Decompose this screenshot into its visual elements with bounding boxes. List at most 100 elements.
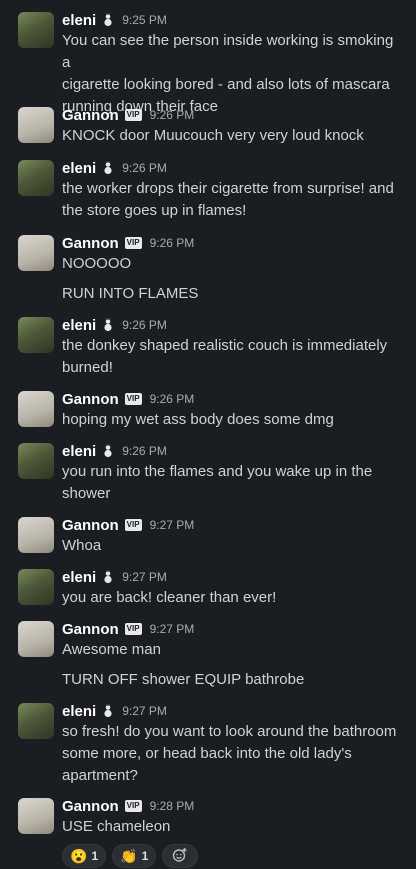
author-name[interactable]: Gannon [62,798,119,815]
avatar[interactable] [18,235,54,271]
message-text: so fresh! do you want to look around the… [62,723,397,740]
message-header: eleni 9:25 PM [62,10,404,30]
avatar[interactable] [18,160,54,196]
timestamp[interactable]: 9:27 PM [150,518,195,532]
avatar[interactable] [18,798,54,834]
timestamp[interactable]: 9:25 PM [122,13,167,27]
snowman-icon [102,444,114,458]
message-text: You can see the person inside working is… [62,32,394,71]
timestamp[interactable]: 9:26 PM [150,236,195,250]
message-text: NOOOOO [62,255,132,272]
message-header: Gannon VIP 9:26 PM [62,233,404,253]
vip-badge: VIP [124,237,142,249]
message-text: USE chameleon [62,818,171,835]
vip-badge: VIP [124,800,142,812]
message[interactable]: Gannon VIP 9:28 PM USE chameleon 😮 1 👏 1 [0,796,416,868]
author-name[interactable]: eleni [62,703,96,720]
message[interactable]: Gannon VIP 9:27 PM Whoa [0,515,416,557]
snowman-icon [102,318,114,332]
message-text: some more, or head back into the old lad… [62,745,352,762]
timestamp[interactable]: 9:26 PM [122,318,167,332]
timestamp[interactable]: 9:26 PM [150,108,195,122]
message-header: Gannon VIP 9:26 PM [62,389,404,409]
message-text: shower [62,485,111,502]
vip-badge: VIP [124,519,142,531]
message-text: Awesome man [62,641,161,658]
avatar[interactable] [18,443,54,479]
message[interactable]: eleni 9:25 PM You can see the person ins… [0,10,416,118]
avatar[interactable] [18,569,54,605]
reaction-count: 1 [141,849,149,863]
message[interactable]: eleni 9:26 PM the donkey shaped realisti… [0,315,416,379]
author-name[interactable]: Gannon [62,235,119,252]
snowman-icon [102,570,114,584]
message[interactable]: Gannon VIP 9:26 PM KNOCK door Muucouch v… [0,105,416,147]
snowman-icon [102,161,114,175]
avatar[interactable] [18,12,54,48]
author-name[interactable]: eleni [62,12,96,29]
avatar[interactable] [18,317,54,353]
author-name[interactable]: Gannon [62,517,119,534]
timestamp[interactable]: 9:28 PM [150,799,195,813]
message-text: the store goes up in flames! [62,202,247,219]
author-name[interactable]: eleni [62,569,96,586]
avatar[interactable] [18,517,54,553]
message[interactable]: Gannon VIP 9:27 PM Awesome man TURN OFF … [0,619,416,691]
reaction-count: 1 [91,849,99,863]
message-text: the worker drops their cigarette from su… [62,180,394,197]
avatar[interactable] [18,107,54,143]
message-text: KNOCK door Muucouch very very loud knock [62,127,364,144]
timestamp[interactable]: 9:27 PM [122,570,167,584]
message-text: cigarette looking bored - and also lots … [62,76,390,93]
reaction-bar: 😮 1 👏 1 [62,844,404,868]
message-text: burned! [62,359,113,376]
author-name[interactable]: Gannon [62,107,119,124]
timestamp[interactable]: 9:26 PM [150,392,195,406]
avatar[interactable] [18,391,54,427]
vip-badge: VIP [124,109,142,121]
author-name[interactable]: eleni [62,443,96,460]
clapping-hands-icon: 👏 [120,848,138,864]
author-name[interactable]: Gannon [62,621,119,638]
timestamp[interactable]: 9:26 PM [122,444,167,458]
reaction-astonished[interactable]: 😮 1 [62,844,107,868]
message-text: you run into the flames and you wake up … [62,463,373,480]
message[interactable]: eleni 9:26 PM the worker drops their cig… [0,158,416,222]
message-header: Gannon VIP 9:26 PM [62,105,404,125]
message-text: the donkey shaped realistic couch is imm… [62,337,388,354]
message-text: hoping my wet ass body does some dmg [62,411,334,428]
add-reaction-button[interactable] [162,844,199,868]
timestamp[interactable]: 9:27 PM [122,704,167,718]
message-text: Whoa [62,537,102,554]
snowman-icon [102,704,114,718]
message-header: eleni 9:26 PM [62,441,404,461]
message[interactable]: Gannon VIP 9:26 PM hoping my wet ass bod… [0,389,416,431]
message-header: Gannon VIP 9:27 PM [62,619,404,639]
author-name[interactable]: eleni [62,160,96,177]
add-reaction-icon [172,847,188,866]
message[interactable]: eleni 9:26 PM you run into the flames an… [0,441,416,505]
author-name[interactable]: eleni [62,317,96,334]
message-header: Gannon VIP 9:28 PM [62,796,404,816]
message-header: eleni 9:27 PM [62,701,404,721]
message-header: Gannon VIP 9:27 PM [62,515,404,535]
message-header: eleni 9:27 PM [62,567,404,587]
reaction-clap[interactable]: 👏 1 [112,844,157,868]
snowman-icon [102,13,114,27]
message-text: TURN OFF shower EQUIP bathrobe [62,671,305,688]
message[interactable]: eleni 9:27 PM you are back! cleaner than… [0,567,416,609]
message-feed: eleni 9:25 PM You can see the person ins… [0,0,416,869]
message-header: eleni 9:26 PM [62,158,404,178]
message-text: you are back! cleaner than ever! [62,589,277,606]
avatar[interactable] [18,703,54,739]
timestamp[interactable]: 9:26 PM [122,161,167,175]
avatar[interactable] [18,621,54,657]
message[interactable]: Gannon VIP 9:26 PM NOOOOO RUN INTO FLAME… [0,233,416,305]
message-text: RUN INTO FLAMES [62,285,199,302]
astonished-face-icon: 😮 [70,848,88,864]
author-name[interactable]: Gannon [62,391,119,408]
timestamp[interactable]: 9:27 PM [150,622,195,636]
message-text: apartment? [62,767,138,784]
message-header: eleni 9:26 PM [62,315,404,335]
message[interactable]: eleni 9:27 PM so fresh! do you want to l… [0,701,416,787]
